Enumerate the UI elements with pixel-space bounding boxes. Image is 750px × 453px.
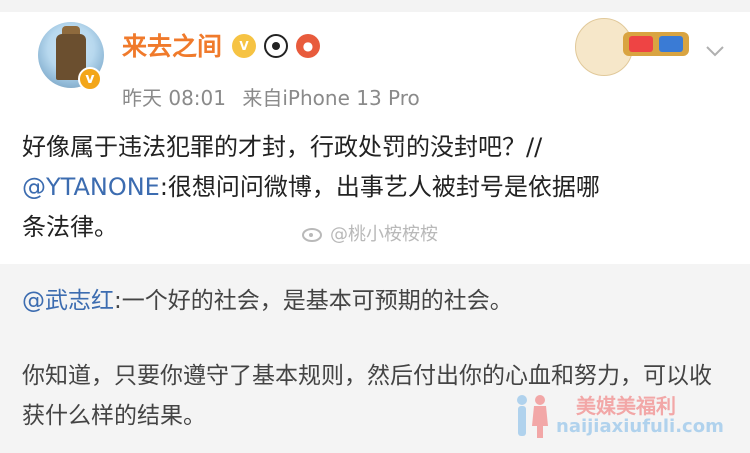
card-decoration-icon[interactable]: [575, 18, 695, 76]
retweet-line-1-rest: :一个好的社会，是基本可预期的社会。: [114, 288, 513, 314]
post-meta: 昨天 08:01 来自iPhone 13 Pro: [122, 82, 420, 111]
post-text-line-1: 好像属于违法犯罪的才封，行政处罚的没封吧？//: [22, 133, 543, 161]
site-watermark: 美媒美福利 naijiaxiufuli.com: [510, 390, 740, 446]
weibo-logo-icon: [302, 228, 322, 242]
vip-badge-icon[interactable]: V: [232, 34, 256, 58]
top-divider-bar: [0, 0, 750, 12]
crab-badge-icon[interactable]: ●: [296, 34, 320, 58]
watermark-text: @桃小桉桉桉: [330, 224, 438, 245]
site-watermark-cn: 美媒美福利: [576, 394, 676, 418]
mention-link[interactable]: @YTANONE: [22, 173, 160, 201]
user-badges: V ●: [232, 34, 320, 58]
couple-silhouette-icon: [517, 395, 548, 438]
post-text-line-2: @YTANONE:很想问问微博，出事艺人被封号是依据哪: [22, 167, 728, 207]
retweet-mention-link[interactable]: @武志红: [22, 288, 114, 314]
post-source: 来自iPhone 13 Pro: [242, 86, 420, 110]
post-text-line-2-rest: :很想问问微博，出事艺人被封号是依据哪: [159, 173, 600, 201]
username[interactable]: 来去之间: [122, 27, 222, 63]
panda-badge-icon[interactable]: [264, 34, 288, 58]
retweet-line-1: @武志红:一个好的社会，是基本可预期的社会。: [22, 283, 513, 319]
verified-v-icon: v: [78, 67, 102, 91]
3d-glasses-icon: [623, 32, 689, 56]
image-watermark: @桃小桉桉桉: [302, 220, 438, 246]
chevron-down-icon[interactable]: [704, 40, 726, 62]
post-time: 昨天 08:01: [122, 86, 226, 110]
site-watermark-url: naijiaxiufuli.com: [556, 416, 724, 437]
